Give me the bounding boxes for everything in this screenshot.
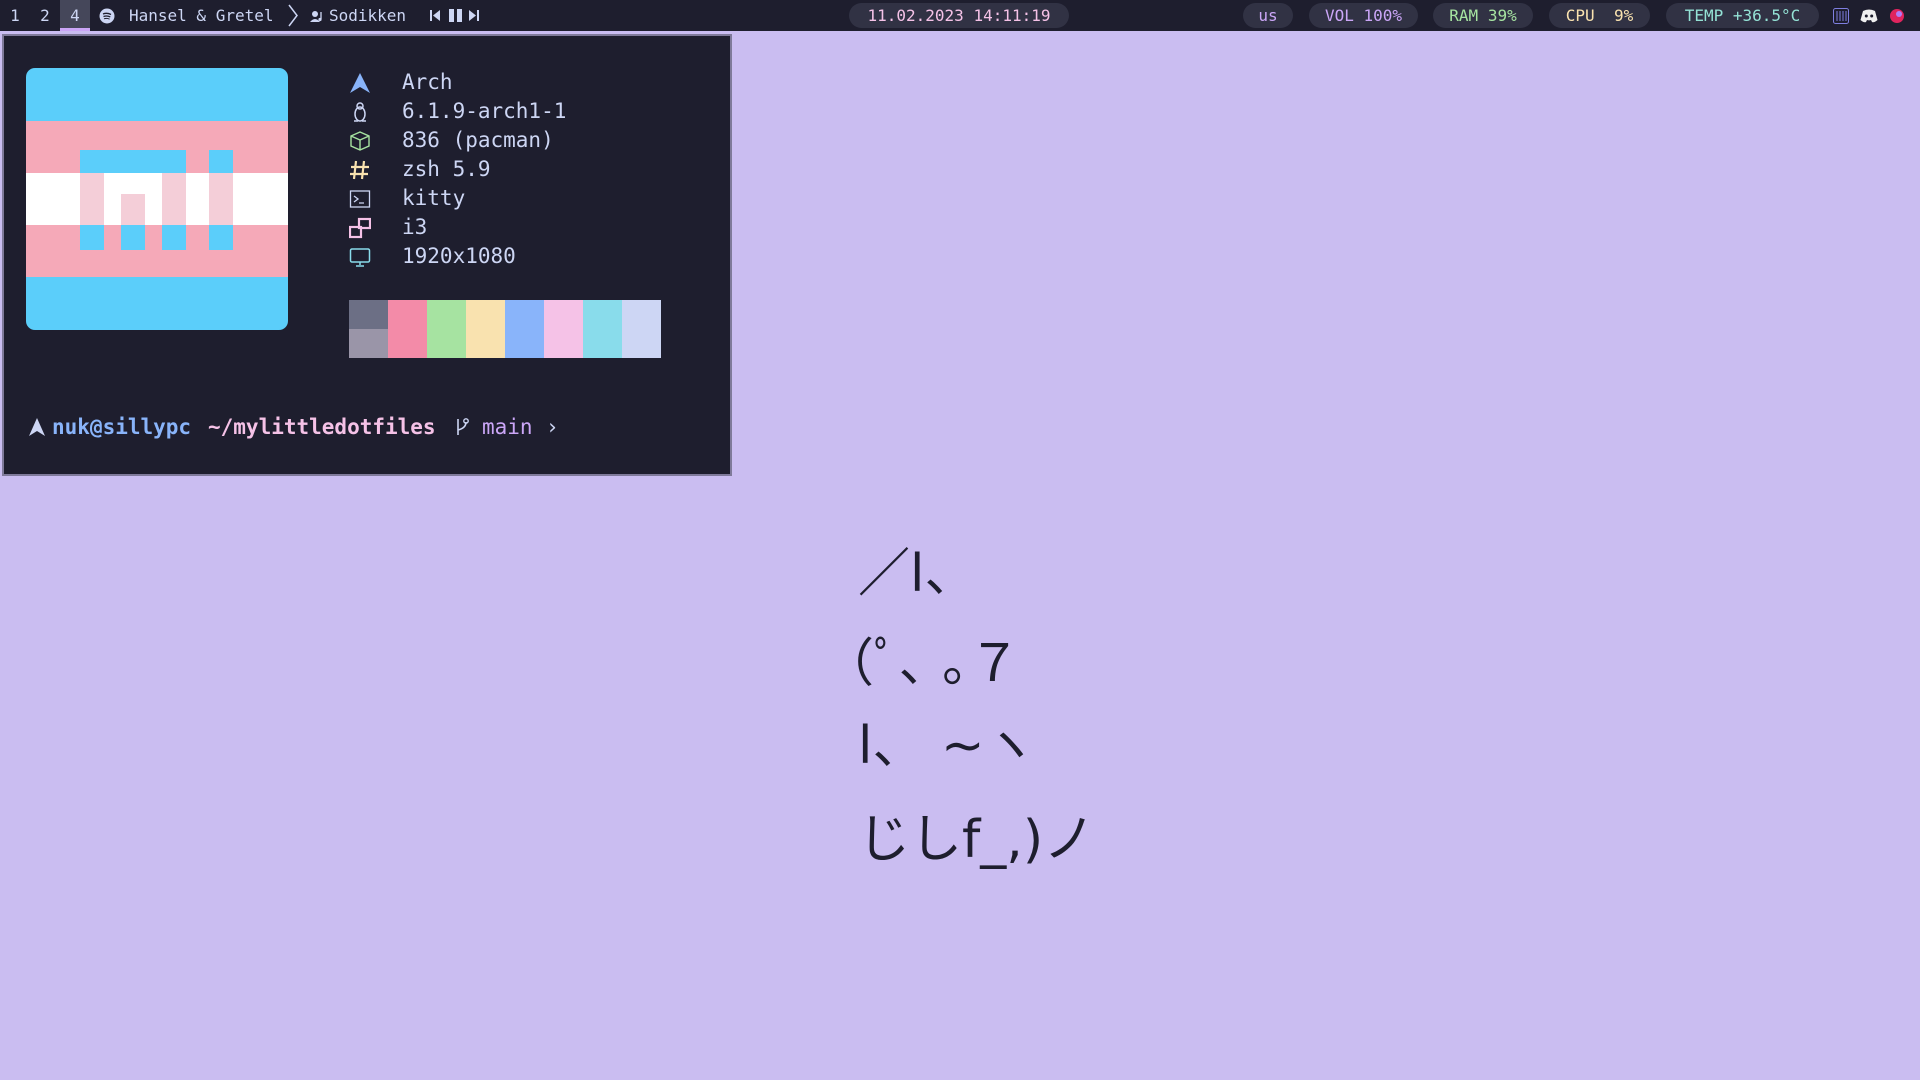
windows-icon xyxy=(349,217,371,239)
workspace-2[interactable]: 2 xyxy=(30,0,60,31)
cpu-module[interactable]: CPU 9% xyxy=(1549,3,1650,28)
terminal-window[interactable]: Arch 6.1.9-arch1-1 836 (pacman) zsh 5.9 … xyxy=(2,34,732,476)
kaomoji-line: ／l、 xyxy=(858,544,977,604)
palette-swatch xyxy=(583,329,622,358)
prompt-user-host: nuk@sillypc xyxy=(52,415,192,439)
palette-swatch xyxy=(427,329,466,358)
media-artist[interactable]: Sodikken xyxy=(329,0,406,31)
hash-icon xyxy=(350,160,369,180)
app-icon[interactable] xyxy=(1889,8,1905,24)
kernel-version: 6.1.9-arch1-1 xyxy=(402,99,567,123)
kaomoji-line: じしf_,)ノ xyxy=(858,810,1096,870)
resolution: 1920x1080 xyxy=(402,244,516,268)
keyboard-layout-text: us xyxy=(1258,6,1278,25)
clock[interactable]: 11.02.2023 14:11:19 xyxy=(849,3,1069,28)
palette-swatch xyxy=(349,300,388,329)
palette-swatch xyxy=(466,329,505,358)
shell-version: zsh 5.9 xyxy=(402,157,491,181)
volume-module[interactable]: VOL 100% xyxy=(1309,3,1418,28)
palette-swatch xyxy=(505,300,544,329)
prompt-branch: main xyxy=(482,415,533,439)
prompt-caret: › xyxy=(546,415,559,439)
palette-swatch xyxy=(622,300,661,329)
package-count: 836 (pacman) xyxy=(402,128,554,152)
workspace-1[interactable]: 1 xyxy=(0,0,30,31)
discord-icon[interactable] xyxy=(1860,9,1878,23)
palette-swatch xyxy=(544,300,583,329)
linux-tux-icon xyxy=(354,102,366,122)
palette-swatch xyxy=(466,300,505,329)
cpu-label: CPU xyxy=(1565,6,1595,25)
terminal-name: kitty xyxy=(402,186,466,210)
prompt-path: ~/mylittledotfiles xyxy=(208,415,436,439)
palette-swatch xyxy=(544,329,583,358)
keyboard-layout[interactable]: us xyxy=(1243,3,1293,28)
artist-icon xyxy=(310,11,322,22)
spotify-icon xyxy=(99,8,115,24)
workspace-label: 1 xyxy=(10,6,20,25)
chevron-right-icon xyxy=(288,4,298,27)
ram-label: RAM xyxy=(1449,6,1479,25)
workspace-label: 4 xyxy=(70,6,80,25)
ram-value: 39% xyxy=(1487,6,1517,25)
pause-icon[interactable] xyxy=(449,9,462,22)
palette-swatch xyxy=(583,300,622,329)
window-manager: i3 xyxy=(402,215,428,239)
next-icon[interactable] xyxy=(469,10,479,21)
palette-swatch xyxy=(349,329,388,358)
palette-swatch xyxy=(388,300,427,329)
arch-icon xyxy=(29,418,45,436)
volume-label: VOL xyxy=(1324,6,1354,25)
palette-swatch xyxy=(427,300,466,329)
palette-swatch xyxy=(388,329,427,358)
cpu-value: 9% xyxy=(1613,6,1634,25)
distro-logo xyxy=(26,68,288,330)
kaomoji-line: （ﾟ､ ｡７ xyxy=(822,634,1021,694)
workspace-label: 2 xyxy=(40,6,50,25)
palette-swatch xyxy=(505,329,544,358)
git-branch-icon xyxy=(457,418,469,435)
text-editor-icon[interactable] xyxy=(1833,8,1849,24)
package-icon xyxy=(350,131,370,151)
media-track-title[interactable]: Hansel & Gretel xyxy=(129,0,274,31)
terminal-icon xyxy=(349,190,371,208)
top-status-bar: 1 2 4 Hansel & Gretel Sodikken 11.02.202… xyxy=(0,0,1920,31)
kaomoji-line: l、 ~ヽ xyxy=(858,716,1037,776)
flag-logo-image xyxy=(26,68,288,330)
previous-icon[interactable] xyxy=(430,10,440,21)
temp-label: TEMP xyxy=(1684,6,1724,25)
clock-text: 11.02.2023 14:11:19 xyxy=(867,6,1051,25)
volume-value: 100% xyxy=(1363,6,1403,25)
temp-value: +36.5°C xyxy=(1732,6,1801,25)
palette-swatch xyxy=(622,329,661,358)
arch-icon xyxy=(350,73,370,93)
workspace-4[interactable]: 4 xyxy=(60,0,90,31)
os-name: Arch xyxy=(402,70,453,94)
ram-module[interactable]: RAM 39% xyxy=(1433,3,1533,28)
monitor-icon xyxy=(349,248,371,267)
temperature-module[interactable]: TEMP +36.5°C xyxy=(1666,3,1819,28)
